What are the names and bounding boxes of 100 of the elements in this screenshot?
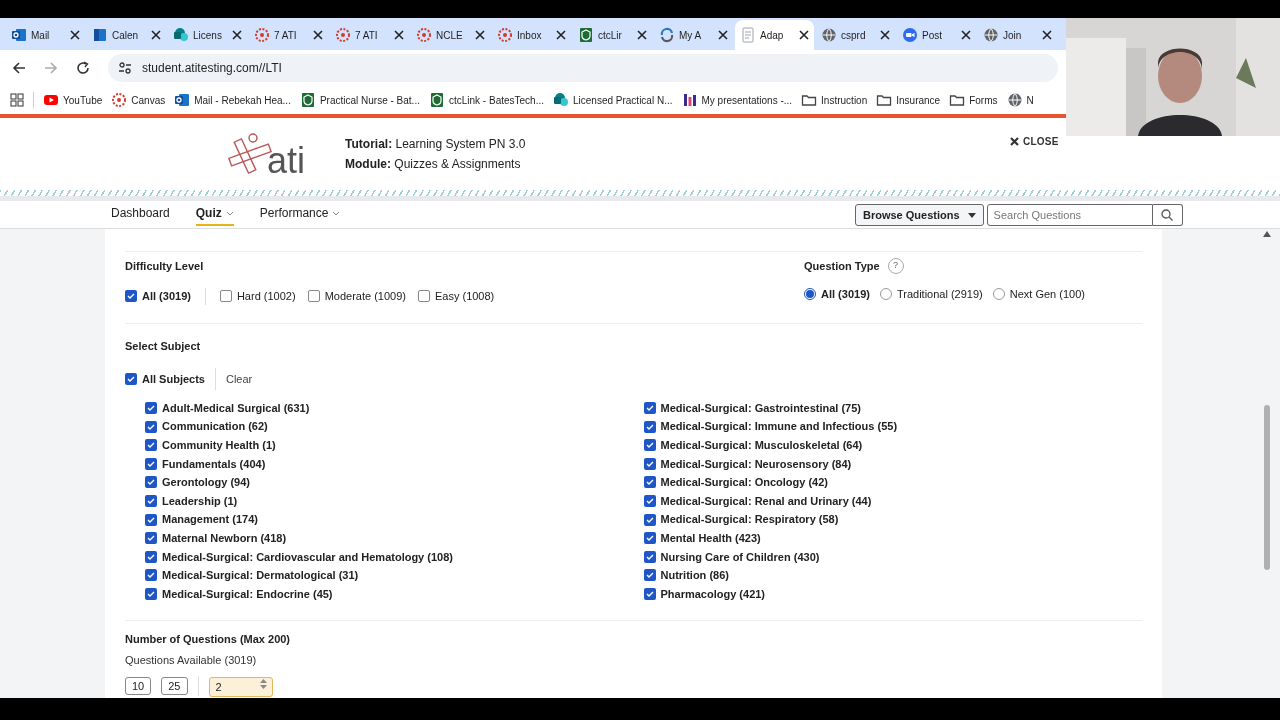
checkbox[interactable] bbox=[145, 569, 157, 582]
preset-button[interactable]: 10 bbox=[125, 677, 152, 695]
close-icon[interactable] bbox=[961, 30, 971, 40]
close-icon[interactable] bbox=[799, 30, 809, 40]
checkmark-icon bbox=[127, 293, 135, 300]
scroll-up-icon bbox=[1263, 230, 1271, 237]
checkbox[interactable] bbox=[145, 513, 157, 526]
checkmark-icon bbox=[147, 553, 155, 560]
close-icon[interactable] bbox=[475, 30, 485, 40]
browse-questions-button[interactable]: Browse Questions bbox=[855, 204, 984, 227]
checkbox[interactable] bbox=[643, 476, 656, 489]
checkbox[interactable] bbox=[145, 495, 157, 508]
video-camera-icon bbox=[902, 27, 918, 43]
calendar-icon bbox=[92, 27, 108, 43]
bookmark[interactable]: Canvas bbox=[111, 92, 166, 108]
ring-icon bbox=[111, 92, 128, 108]
checkmark-icon bbox=[127, 376, 135, 383]
subject-label: Community Health (1) bbox=[162, 438, 276, 453]
bookmark[interactable]: Instruction bbox=[801, 92, 868, 108]
close-icon[interactable] bbox=[1042, 30, 1052, 40]
close-icon[interactable] bbox=[151, 30, 161, 40]
close-icon[interactable] bbox=[637, 30, 647, 40]
checkbox[interactable] bbox=[125, 373, 137, 386]
checkbox[interactable] bbox=[643, 402, 656, 415]
checkbox[interactable] bbox=[307, 290, 320, 303]
search-button[interactable] bbox=[1152, 204, 1183, 227]
search-field[interactable]: Search Questions bbox=[986, 204, 1153, 227]
checkbox[interactable] bbox=[145, 532, 157, 545]
close-icon[interactable] bbox=[556, 30, 566, 40]
nav-tab[interactable]: Quiz bbox=[195, 202, 234, 227]
bookmark[interactable]: YouTube bbox=[43, 92, 103, 108]
subject-label: Medical-Surgical: Respiratory (58) bbox=[660, 512, 839, 528]
site-settings-icon bbox=[118, 61, 132, 75]
address-bar[interactable]: student.atitesting.com//LTI bbox=[108, 54, 1058, 82]
checkbox[interactable] bbox=[145, 402, 157, 415]
checkbox[interactable] bbox=[643, 513, 656, 526]
subject-label: Leadership (1) bbox=[162, 493, 238, 509]
checkbox[interactable] bbox=[643, 495, 656, 508]
checkbox[interactable] bbox=[643, 550, 656, 563]
checkbox[interactable] bbox=[145, 439, 157, 452]
subject-label: Maternal Newborn (418) bbox=[162, 531, 287, 546]
back-icon[interactable] bbox=[12, 61, 26, 75]
bookmark[interactable]: Insurance bbox=[876, 92, 941, 108]
close-icon[interactable] bbox=[232, 30, 242, 40]
close-icon[interactable] bbox=[394, 30, 404, 40]
checkbox[interactable] bbox=[643, 457, 656, 470]
checkbox[interactable] bbox=[145, 420, 157, 433]
checkmark-icon bbox=[645, 479, 654, 486]
subject-label: Nursing Care of Children (430) bbox=[660, 549, 820, 565]
checkbox[interactable] bbox=[219, 290, 232, 303]
checkbox[interactable] bbox=[417, 290, 430, 303]
stepper-icon[interactable] bbox=[259, 679, 267, 689]
reload-icon[interactable] bbox=[76, 61, 90, 75]
checkbox[interactable] bbox=[145, 476, 157, 489]
bookmark[interactable]: Mail - Rebekah Hea... bbox=[174, 92, 291, 108]
checkbox[interactable] bbox=[145, 588, 157, 600]
checkmark-icon bbox=[645, 498, 654, 505]
checkbox[interactable] bbox=[145, 457, 157, 470]
search-icon bbox=[1161, 209, 1174, 222]
nav-tab[interactable]: Performance bbox=[259, 202, 341, 227]
checkbox[interactable] bbox=[643, 420, 656, 433]
apps-grid-icon[interactable] bbox=[10, 93, 24, 107]
section-title: Number of Questions (Max 200) bbox=[125, 632, 292, 647]
close-button[interactable]: CLOSE bbox=[1010, 134, 1059, 149]
checkbox[interactable] bbox=[643, 439, 656, 452]
bookmark[interactable]: Forms bbox=[949, 92, 998, 108]
bookmark[interactable]: My presentations -... bbox=[681, 92, 793, 108]
close-icon[interactable] bbox=[718, 30, 728, 40]
preset-button[interactable]: 25 bbox=[161, 677, 188, 695]
checkbox[interactable] bbox=[145, 550, 157, 563]
close-icon[interactable] bbox=[70, 30, 80, 40]
checkbox[interactable] bbox=[643, 532, 656, 545]
bookmark[interactable]: N bbox=[1006, 92, 1034, 108]
nav-tab[interactable]: Dashboard bbox=[111, 202, 170, 227]
clear-button[interactable]: Clear bbox=[225, 370, 253, 388]
bookmark[interactable]: Licensed Practical N... bbox=[553, 92, 673, 108]
checkbox[interactable] bbox=[643, 588, 656, 600]
shield-icon bbox=[578, 27, 594, 43]
sharepoint-icon bbox=[553, 92, 569, 108]
close-icon[interactable] bbox=[313, 30, 323, 40]
swirl-icon bbox=[659, 27, 675, 43]
checkbox[interactable] bbox=[125, 290, 137, 303]
ring-icon bbox=[335, 27, 351, 43]
checkbox[interactable] bbox=[643, 569, 656, 582]
browser-tab[interactable]: Adap bbox=[735, 20, 814, 50]
ring-icon bbox=[416, 27, 432, 43]
section-title: Select Subject bbox=[125, 338, 202, 354]
checkmark-icon bbox=[645, 553, 654, 560]
checkmark-icon bbox=[147, 479, 155, 486]
subject-label: Adult-Medical Surgical (631) bbox=[162, 400, 310, 416]
bookmark[interactable]: ctcLink - BatesTech... bbox=[428, 92, 544, 108]
bookmark[interactable]: Practical Nurse - Bat... bbox=[299, 92, 420, 108]
subject-label: Medical-Surgical: Cardiovascular and Hematology (108) bbox=[162, 549, 453, 565]
number-field[interactable]: 2 bbox=[208, 677, 273, 697]
subject-label: Medical-Surgical: Oncology (42) bbox=[660, 475, 828, 491]
subject-label: Pharmacology (421) bbox=[660, 586, 766, 602]
close-icon[interactable] bbox=[880, 30, 890, 40]
subject-label: Medical-Surgical: Dermatological (31) bbox=[162, 568, 359, 584]
bar-chart-icon bbox=[681, 92, 698, 108]
tutorial-text: Tutorial: Learning System PN 3.0 bbox=[345, 136, 526, 154]
